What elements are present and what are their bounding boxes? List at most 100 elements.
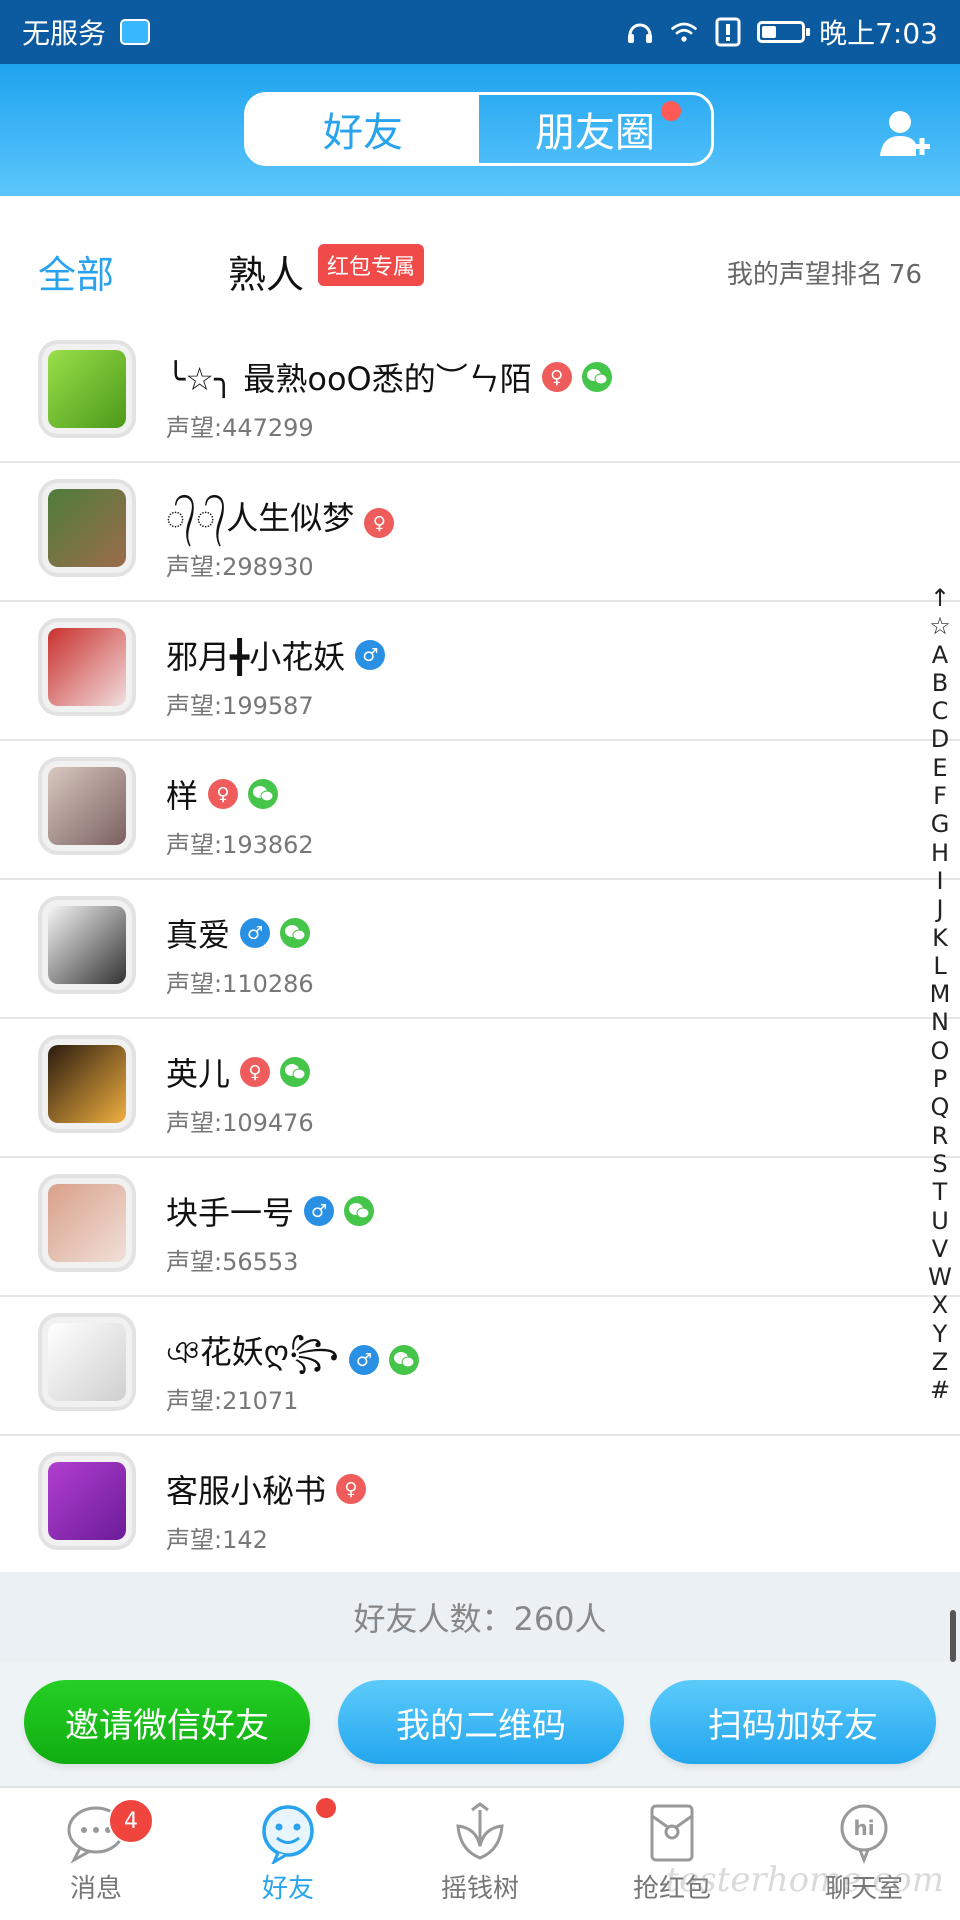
friend-row[interactable]: 客服小秘书 ♀ 声望:142 — [0, 1436, 960, 1575]
index-letter[interactable]: Y — [933, 1320, 948, 1348]
index-letter[interactable]: A — [932, 641, 948, 669]
friend-name: 客服小秘书 — [166, 1472, 327, 1510]
avatar[interactable] — [42, 900, 132, 990]
avatar[interactable] — [42, 483, 132, 573]
moments-new-dot — [661, 101, 681, 121]
friend-reputation: 声望:110286 — [166, 970, 314, 998]
messages-badge: 4 — [108, 1798, 154, 1844]
avatar[interactable] — [42, 761, 132, 851]
wechat-icon — [280, 918, 311, 948]
index-letter[interactable]: U — [931, 1207, 949, 1235]
friend-name: 块手一号 — [166, 1194, 295, 1232]
reputation-rank[interactable]: 我的声望排名 76 — [727, 254, 922, 291]
filter-acquaintance[interactable]: 熟人 — [228, 244, 304, 299]
rank-label: 我的声望排名 — [726, 260, 883, 290]
avatar[interactable] — [42, 1317, 132, 1407]
index-letter[interactable]: M — [930, 980, 951, 1008]
tab-friends-label: 好友 — [323, 110, 403, 156]
tab-friends[interactable]: 好友 — [247, 95, 479, 163]
friend-reputation: 声望:298930 — [166, 553, 314, 581]
index-letter[interactable]: N — [931, 1008, 949, 1036]
index-letter[interactable]: # — [930, 1376, 950, 1404]
avatar[interactable] — [42, 1456, 132, 1546]
filter-all[interactable]: 全部 — [38, 244, 114, 299]
add-user-icon[interactable] — [876, 106, 932, 162]
invite-wechat-button[interactable]: 邀请微信好友 — [24, 1680, 310, 1764]
status-bar: 无服务 晚上7:03 — [0, 0, 960, 64]
friend-row[interactable]: ╰☆╮ 最熟ooO悉的︶ㄣ陌 ♀ 声望:447299 — [0, 324, 960, 463]
index-letter[interactable]: S — [932, 1150, 947, 1178]
friend-row[interactable]: ᭄᭄人生似梦 ♀ 声望:298930 — [0, 463, 960, 602]
scrollbar[interactable] — [950, 1610, 956, 1662]
female-icon: ♀ — [541, 362, 572, 392]
friend-row[interactable]: 真爱 ♂ 声望:110286 — [0, 880, 960, 1019]
index-letter[interactable]: H — [931, 839, 949, 867]
index-letter[interactable]: J — [936, 895, 943, 923]
tab-messages[interactable]: 消息 4 — [0, 1788, 192, 1920]
invite-wechat-label: 邀请微信好友 — [65, 1705, 269, 1746]
tab-chatroom[interactable]: hi 聊天室 — [768, 1788, 960, 1920]
wifi-icon — [669, 17, 699, 47]
index-letter[interactable]: W — [928, 1263, 952, 1291]
index-letter[interactable]: V — [932, 1235, 948, 1263]
filter-bar: 全部 熟人 红包专属 我的声望排名 76 — [0, 196, 960, 340]
avatar[interactable] — [42, 1178, 132, 1268]
tab-friends-bottom[interactable]: 好友 — [192, 1788, 384, 1920]
scan-add-friend-button[interactable]: 扫码加好友 — [650, 1680, 936, 1764]
friend-row[interactable]: 邪月╋小花妖 ♂ 声望:199587 — [0, 602, 960, 741]
index-letter[interactable]: Q — [931, 1093, 950, 1121]
avatar-image — [48, 1462, 126, 1540]
index-letter[interactable]: I — [936, 867, 943, 895]
avatar-image — [48, 628, 126, 706]
battery-fill — [762, 26, 777, 38]
male-icon: ♂ — [348, 1345, 379, 1375]
index-letter[interactable]: F — [933, 782, 947, 810]
index-letter[interactable]: B — [932, 669, 948, 697]
avatar-image — [48, 350, 126, 428]
tab-red-packet[interactable]: 抢红包 — [576, 1788, 768, 1920]
index-letter[interactable]: ☆ — [929, 612, 951, 640]
my-qrcode-label: 我的二维码 — [396, 1705, 566, 1746]
friend-row[interactable]: ঞ花妖ღ꧂ ♂ 声望:21071 — [0, 1297, 960, 1436]
friend-name-line: 样 ♀ — [166, 771, 279, 817]
friend-name-line: 英儿 ♀ — [166, 1049, 311, 1095]
tab-moments[interactable]: 朋友圈 — [479, 95, 711, 163]
my-qrcode-button[interactable]: 我的二维码 — [338, 1680, 624, 1764]
wechat-icon — [280, 1057, 311, 1087]
index-letter[interactable]: X — [932, 1291, 948, 1319]
tab-money-tree[interactable]: 摇钱树 — [384, 1788, 576, 1920]
friend-name-line: 真爱 ♂ — [166, 910, 311, 956]
index-letter[interactable]: O — [931, 1037, 950, 1065]
avatar[interactable] — [42, 1039, 132, 1129]
friend-count-bar: 好友人数：260人 — [0, 1572, 960, 1662]
friend-name: 真爱 — [166, 916, 231, 954]
index-letter[interactable]: T — [933, 1178, 948, 1206]
wechat-icon — [248, 779, 279, 809]
tab-money-tree-label: 摇钱树 — [440, 1874, 519, 1904]
index-letter[interactable]: G — [931, 810, 950, 838]
clock-text: 晚上7:03 — [819, 17, 938, 50]
index-letter[interactable]: Z — [932, 1348, 948, 1376]
index-letter[interactable]: L — [933, 952, 946, 980]
friend-row[interactable]: 样 ♀ 声望:193862 — [0, 741, 960, 880]
alphabet-index[interactable]: ↑ ☆ A B C D E F G H I J K L M N O P Q R S T U V W X Y Z # — [926, 584, 954, 1405]
index-letter[interactable]: P — [933, 1065, 947, 1093]
index-letter[interactable]: R — [932, 1122, 949, 1150]
app-header: 好友 朋友圈 — [0, 64, 960, 196]
friend-reputation: 声望:193862 — [166, 831, 314, 859]
index-letter[interactable]: E — [932, 754, 947, 782]
friend-name-line: 块手一号 ♂ — [166, 1188, 375, 1234]
watermark: testerhome.com — [665, 1860, 944, 1900]
index-letter[interactable]: C — [932, 697, 949, 725]
friend-row[interactable]: 英儿 ♀ 声望:109476 — [0, 1019, 960, 1158]
index-letter[interactable]: D — [931, 725, 949, 753]
alert-icon — [713, 17, 743, 47]
status-left: 无服务 — [22, 12, 151, 52]
index-letter[interactable]: ↑ — [930, 584, 950, 612]
friend-row[interactable]: 块手一号 ♂ 声望:56553 — [0, 1158, 960, 1297]
index-letter[interactable]: K — [932, 924, 948, 952]
avatar[interactable] — [42, 344, 132, 434]
avatar[interactable] — [42, 622, 132, 712]
friend-name: ╰☆╮ 最熟ooO悉的︶ㄣ陌 — [166, 360, 532, 398]
red-packet-tag: 红包专属 — [318, 244, 425, 286]
